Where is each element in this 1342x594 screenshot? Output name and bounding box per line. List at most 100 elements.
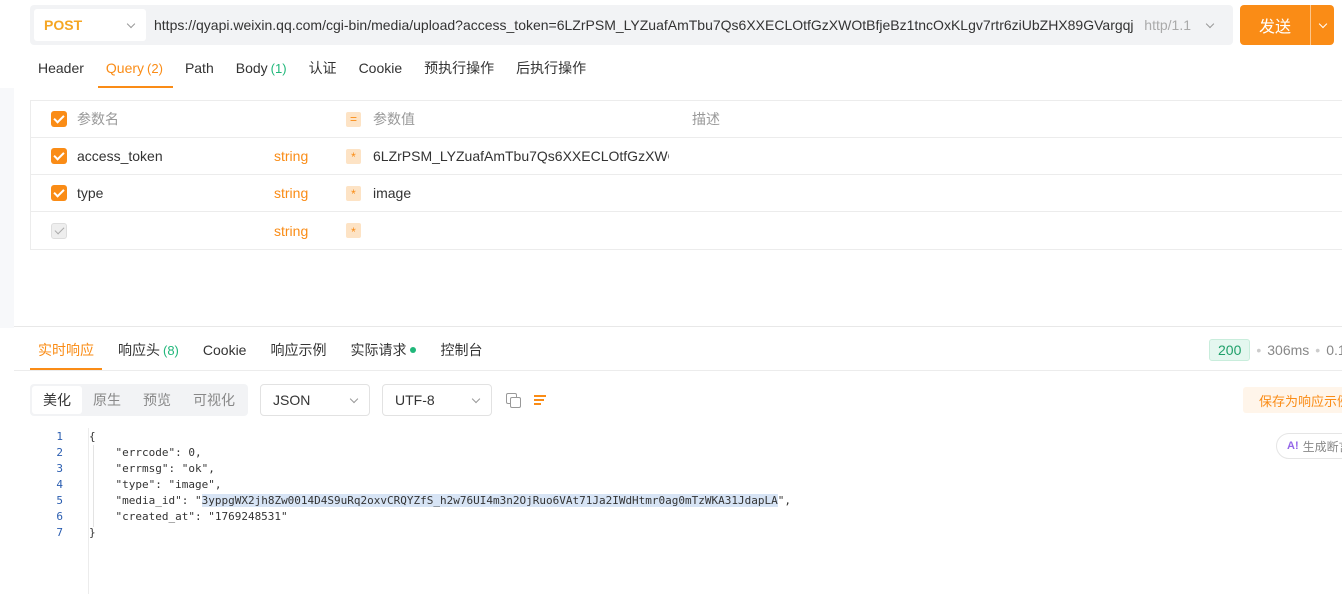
save-as-example-button[interactable]: 保存为响应示例 [1243,387,1342,413]
tab-label: Cookie [202,342,247,358]
code-line: 6 "created_at": "1769248531" [30,508,791,524]
encoding-select[interactable]: UTF-8 [382,384,492,416]
request-tabs: Header Query (2) Path Body (1) 认证 Cookie 预… [38,48,608,88]
separator-dot: • [1315,342,1321,358]
response-tabs: 实时响应 响应头 (8) Cookie 响应示例 实际请求 控制台 [30,330,506,370]
chevron-down-icon [471,394,481,403]
tab-post-script[interactable]: 后执行操作 [516,48,586,88]
tab-label: 后执行操作 [516,60,587,76]
code-line: 4 "type": "image", [30,476,791,492]
tab-auth[interactable]: 认证 [309,48,337,88]
tab-body[interactable]: Body (1) [236,48,287,88]
code-suffix: ", [777,493,792,507]
response-code-editor[interactable]: 1{ 2 "errcode": 0, 3 "errmsg": "ok", 4 "… [30,428,791,540]
code-line: 2 "errcode": 0, [30,444,791,460]
tab-label: Header [38,60,84,76]
method-label: POST [44,17,83,33]
row-checkbox[interactable] [51,148,67,164]
tab-label: 预执行操作 [424,60,495,76]
protocol-label: http/1.1 [1144,17,1191,33]
param-value[interactable]: 6LZrPSM_LYZuafAmTbu7Qs6XXECLOtfGzXWOtB [373,148,669,164]
tab-response-example[interactable]: 响应示例 [270,330,326,370]
tab-label: 实际请求 [350,342,407,358]
response-status: 200 • 306ms • 0.1 [1209,339,1342,361]
tab-label: Body [235,60,268,76]
left-gutter [0,88,14,328]
protocol-select[interactable]: http/1.1 [1134,17,1233,33]
tab-response-cookie[interactable]: Cookie [203,330,247,370]
format-select[interactable]: JSON [260,384,370,416]
format-pretty-button[interactable]: 美化 [32,386,82,414]
code-line: 3 "errmsg": "ok", [30,460,791,476]
code-text: } [89,525,96,539]
selected-media-id[interactable]: 3yppgWX2jh8Zw0014D4S9uRq2oxvCRQYZfS_h2w7… [201,493,778,507]
wrap-lines-icon[interactable] [533,392,549,408]
send-options-button[interactable] [1310,5,1334,45]
tab-count: (1) [270,60,287,76]
encoding-select-value: UTF-8 [395,392,435,408]
row-checkbox[interactable] [51,185,67,201]
param-type[interactable]: string [274,185,308,201]
method-select[interactable]: POST [34,9,146,41]
tab-path[interactable]: Path [185,48,214,88]
tabs-divider [14,370,1342,371]
format-mode-group: 美化 原生 预览 可视化 [30,384,248,416]
generate-assertion-button[interactable]: A! 生成断言 [1276,433,1342,459]
url-input[interactable]: https://qyapi.weixin.qq.com/cgi-bin/medi… [154,17,1134,33]
separator-dot: • [1256,342,1262,358]
line-number: 6 [56,509,63,523]
line-number: 2 [56,445,63,459]
tab-response-headers[interactable]: 响应头 (8) [118,330,179,370]
request-bar: POST https://qyapi.weixin.qq.com/cgi-bin… [30,5,1233,45]
column-header-description: 描述 [692,111,720,127]
chevron-down-icon [1205,19,1215,28]
tab-cookie[interactable]: Cookie [359,48,403,88]
tab-query[interactable]: Query (2) [97,48,173,88]
tab-label: 实时响应 [38,342,94,358]
table-row: access_token string * 6LZrPSM_LYZuafAmTb… [31,138,1342,175]
required-icon[interactable]: * [346,148,361,164]
column-header-value: 参数值 [373,111,415,127]
copy-icon[interactable] [505,392,521,408]
table-header-row: 参数名 = 参数值 描述 [31,101,1342,138]
code-line: 7} [30,524,791,540]
param-type[interactable]: string [274,148,308,164]
table-row: string * [31,212,1342,249]
response-time: 306ms [1267,342,1310,358]
section-divider [14,326,1342,327]
param-type[interactable]: string [274,223,308,239]
format-preview-button[interactable]: 预览 [132,386,182,414]
tab-label: 认证 [308,60,337,76]
line-number: 3 [56,461,63,475]
line-number: 1 [56,429,63,443]
tab-live-response[interactable]: 实时响应 [30,330,102,370]
format-visualize-button[interactable]: 可视化 [182,386,246,414]
column-header-name: 参数名 [77,111,119,127]
tab-count: (8) [163,342,179,358]
send-button[interactable]: 发送 [1240,5,1334,45]
row-checkbox[interactable] [51,222,67,239]
chevron-down-icon [1318,19,1327,28]
table-row: type string * image [31,175,1342,212]
format-raw-button[interactable]: 原生 [82,386,132,414]
tab-count: (2) [147,60,163,76]
tab-header[interactable]: Header [38,48,84,88]
generate-label: 生成断言 [1302,439,1342,454]
response-size: 0.1 [1326,342,1342,358]
code-line: 1{ [30,428,791,444]
tab-pre-script[interactable]: 预执行操作 [424,48,494,88]
param-name[interactable]: access_token [77,148,163,164]
tab-console[interactable]: 控制台 [440,330,482,370]
param-value[interactable]: image [373,185,669,201]
required-icon[interactable]: * [346,223,361,239]
code-text: "created_at": "1769248531" [89,509,288,523]
equals-icon: = [346,111,361,127]
code-text: "media_id": "3yppgWX2jh8Zw0014D4S9uRq2ox… [89,493,792,507]
status-dot-icon [410,347,417,353]
param-name[interactable]: type [77,185,103,201]
select-all-checkbox[interactable] [51,111,67,127]
tab-actual-request[interactable]: 实际请求 [350,330,417,370]
required-icon[interactable]: * [346,185,361,201]
tab-label: 响应示例 [270,342,327,358]
code-text: { [89,429,96,443]
